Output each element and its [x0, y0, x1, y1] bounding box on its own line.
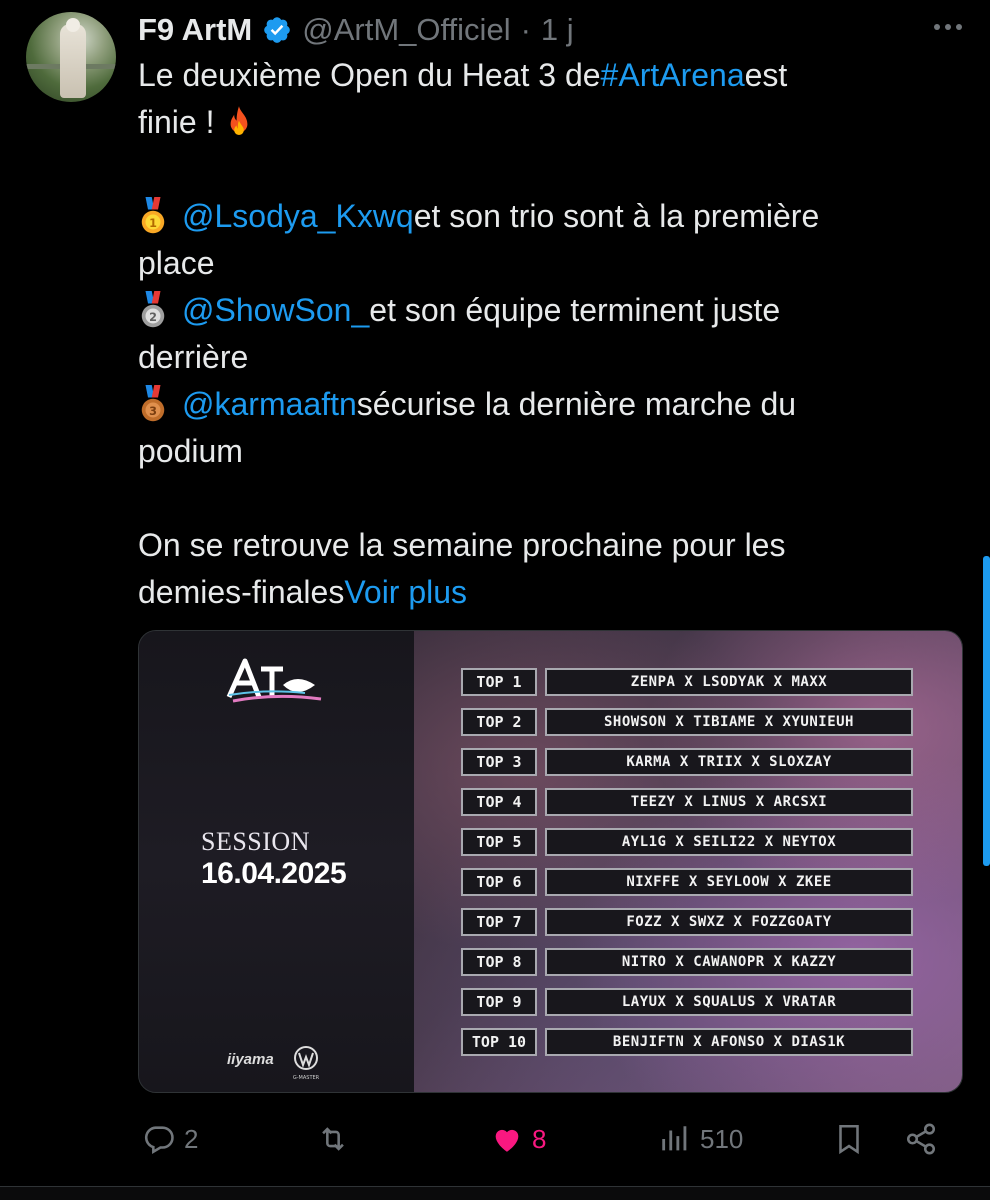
ranking-row: TOP 10 BENJIFTN X AFONSO X DIAS1K [461, 1028, 913, 1056]
team-names: NITRO X CAWANOPR X KAZZY [545, 948, 913, 976]
rank-label: TOP 9 [461, 988, 537, 1016]
user-handle[interactable]: @ArtM_Officiel [302, 12, 510, 48]
heart-icon [495, 1129, 519, 1152]
rank-label: TOP 3 [461, 748, 537, 776]
mention-link[interactable]: @Lsodya_Kxwq [182, 193, 414, 240]
mention-link[interactable]: @ShowSon_ [182, 287, 369, 334]
ranking-row: TOP 7 FOZZ X SWXZ X FOZZGOATY [461, 908, 913, 936]
views-button[interactable]: 510 [658, 1122, 743, 1156]
reply-count: 2 [184, 1123, 199, 1154]
rank-label: TOP 7 [461, 908, 537, 936]
more-options-icon[interactable] [934, 24, 962, 30]
ranking-row: TOP 2 SHOWSON X TIBIAME X XYUNIEUH [461, 708, 913, 736]
sponsor-logo-gmaster: G-MASTER [293, 1046, 320, 1081]
rank-label: TOP 6 [461, 868, 537, 896]
retweet-icon [322, 1127, 344, 1151]
avatar[interactable] [26, 12, 116, 102]
rank-label: TOP 8 [461, 948, 537, 976]
views-count: 510 [700, 1123, 744, 1154]
rank-label: TOP 5 [461, 828, 537, 856]
silver-medal-icon: 2 [141, 290, 165, 327]
text-segment: place [138, 245, 215, 281]
svg-text:2: 2 [149, 311, 157, 324]
text-segment: sécurise la dernière marche du [356, 386, 797, 422]
rank-label: TOP 2 [461, 708, 537, 736]
text-segment: podium [138, 433, 243, 469]
team-names: SHOWSON X TIBIAME X XYUNIEUH [545, 708, 913, 736]
text-segment: Le deuxième Open du Heat 3 de [138, 57, 601, 93]
team-names: ZENPA X LSODYAK X MAXX [545, 668, 913, 696]
divider [0, 1186, 990, 1200]
ranking-row: TOP 4 TEEZY X LINUS X ARCSXI [461, 788, 913, 816]
team-names: TEEZY X LINUS X ARCSXI [545, 788, 913, 816]
timestamp[interactable]: 1 j [541, 12, 574, 48]
ranking-row: TOP 8 NITRO X CAWANOPR X KAZZY [461, 948, 913, 976]
display-name[interactable]: F9 ArtM [138, 12, 252, 48]
text-segment: finie ! [138, 104, 215, 140]
media-left-panel: SESSION 16.04.2025 iiyama G-MASTER [139, 631, 414, 1092]
bookmark-button[interactable] [832, 1122, 866, 1156]
text-segment: et son équipe terminent juste [369, 292, 781, 328]
like-count: 8 [532, 1123, 547, 1154]
fire-icon [231, 105, 248, 135]
text-segment: derrière [138, 339, 249, 375]
bronze-medal-icon: 3 [141, 384, 165, 421]
team-names: KARMA X TRIIX X SLOXZAY [545, 748, 913, 776]
rank-label: TOP 4 [461, 788, 537, 816]
reply-icon [144, 1126, 174, 1155]
separator-dot: · [520, 12, 531, 47]
text-segment: et son trio sont à la première [413, 198, 820, 234]
media-right-panel [414, 631, 962, 1092]
views-icon [662, 1126, 687, 1151]
tweet-header: F9 ArtM @ArtM_Officiel · 1 j [138, 10, 574, 50]
ranking-row: TOP 3 KARMA X TRIIX X SLOXZAY [461, 748, 913, 776]
like-button[interactable]: 8 [490, 1122, 546, 1156]
team-names: FOZZ X SWXZ X FOZZGOATY [545, 908, 913, 936]
team-names: AYL1G X SEILI22 X NEYTOX [545, 828, 913, 856]
tweet-text: Le deuxième Open du Heat 3 de #ArtArena … [138, 52, 938, 616]
rank-label: TOP 10 [461, 1028, 537, 1056]
share-icon [906, 1123, 936, 1155]
tweet[interactable]: F9 ArtM @ArtM_Officiel · 1 j Le deuxième… [0, 0, 990, 1200]
text-segment: On se retrouve la semaine prochaine pour… [138, 527, 786, 563]
share-button[interactable] [904, 1122, 938, 1156]
reply-button[interactable]: 2 [142, 1122, 198, 1156]
ranking-row: TOP 1 ZENPA X LSODYAK X MAXX [461, 668, 913, 696]
svg-text:1: 1 [149, 217, 157, 230]
action-bar: 2 8 510 [0, 1112, 990, 1168]
mention-link[interactable]: @karmaaftn [182, 381, 357, 428]
gold-medal-icon: 1 [141, 196, 165, 233]
ranking-row: TOP 5 AYL1G X SEILI22 X NEYTOX [461, 828, 913, 856]
show-more-link[interactable]: Voir plus [344, 569, 467, 616]
ranking-row: TOP 9 LAYUX X SQUALUS X VRATAR [461, 988, 913, 1016]
team-names: LAYUX X SQUALUS X VRATAR [545, 988, 913, 1016]
session-date: 16.04.2025 [201, 857, 347, 890]
text-segment: demies-finales [138, 574, 345, 610]
team-names: NIXFFE X SEYLOOW X ZKEE [545, 868, 913, 896]
team-names: BENJIFTN X AFONSO X DIAS1K [545, 1028, 913, 1056]
svg-text:G-MASTER: G-MASTER [293, 1075, 320, 1081]
rank-label: TOP 1 [461, 668, 537, 696]
sponsor-logo-iiyama: iiyama [227, 1051, 274, 1068]
art-arena-logo [226, 658, 322, 703]
media-image[interactable]: SESSION 16.04.2025 iiyama G-MASTER TOP 1… [138, 630, 963, 1093]
scrollbar[interactable] [983, 556, 990, 866]
svg-text:3: 3 [149, 405, 157, 418]
bookmark-icon [839, 1124, 859, 1155]
verified-badge-icon [264, 17, 291, 43]
text-segment: est [744, 57, 788, 93]
ranking-row: TOP 6 NIXFFE X SEYLOOW X ZKEE [461, 868, 913, 896]
retweet-button[interactable] [316, 1122, 350, 1156]
hashtag-link[interactable]: #ArtArena [601, 52, 745, 99]
session-label: SESSION [201, 827, 310, 856]
